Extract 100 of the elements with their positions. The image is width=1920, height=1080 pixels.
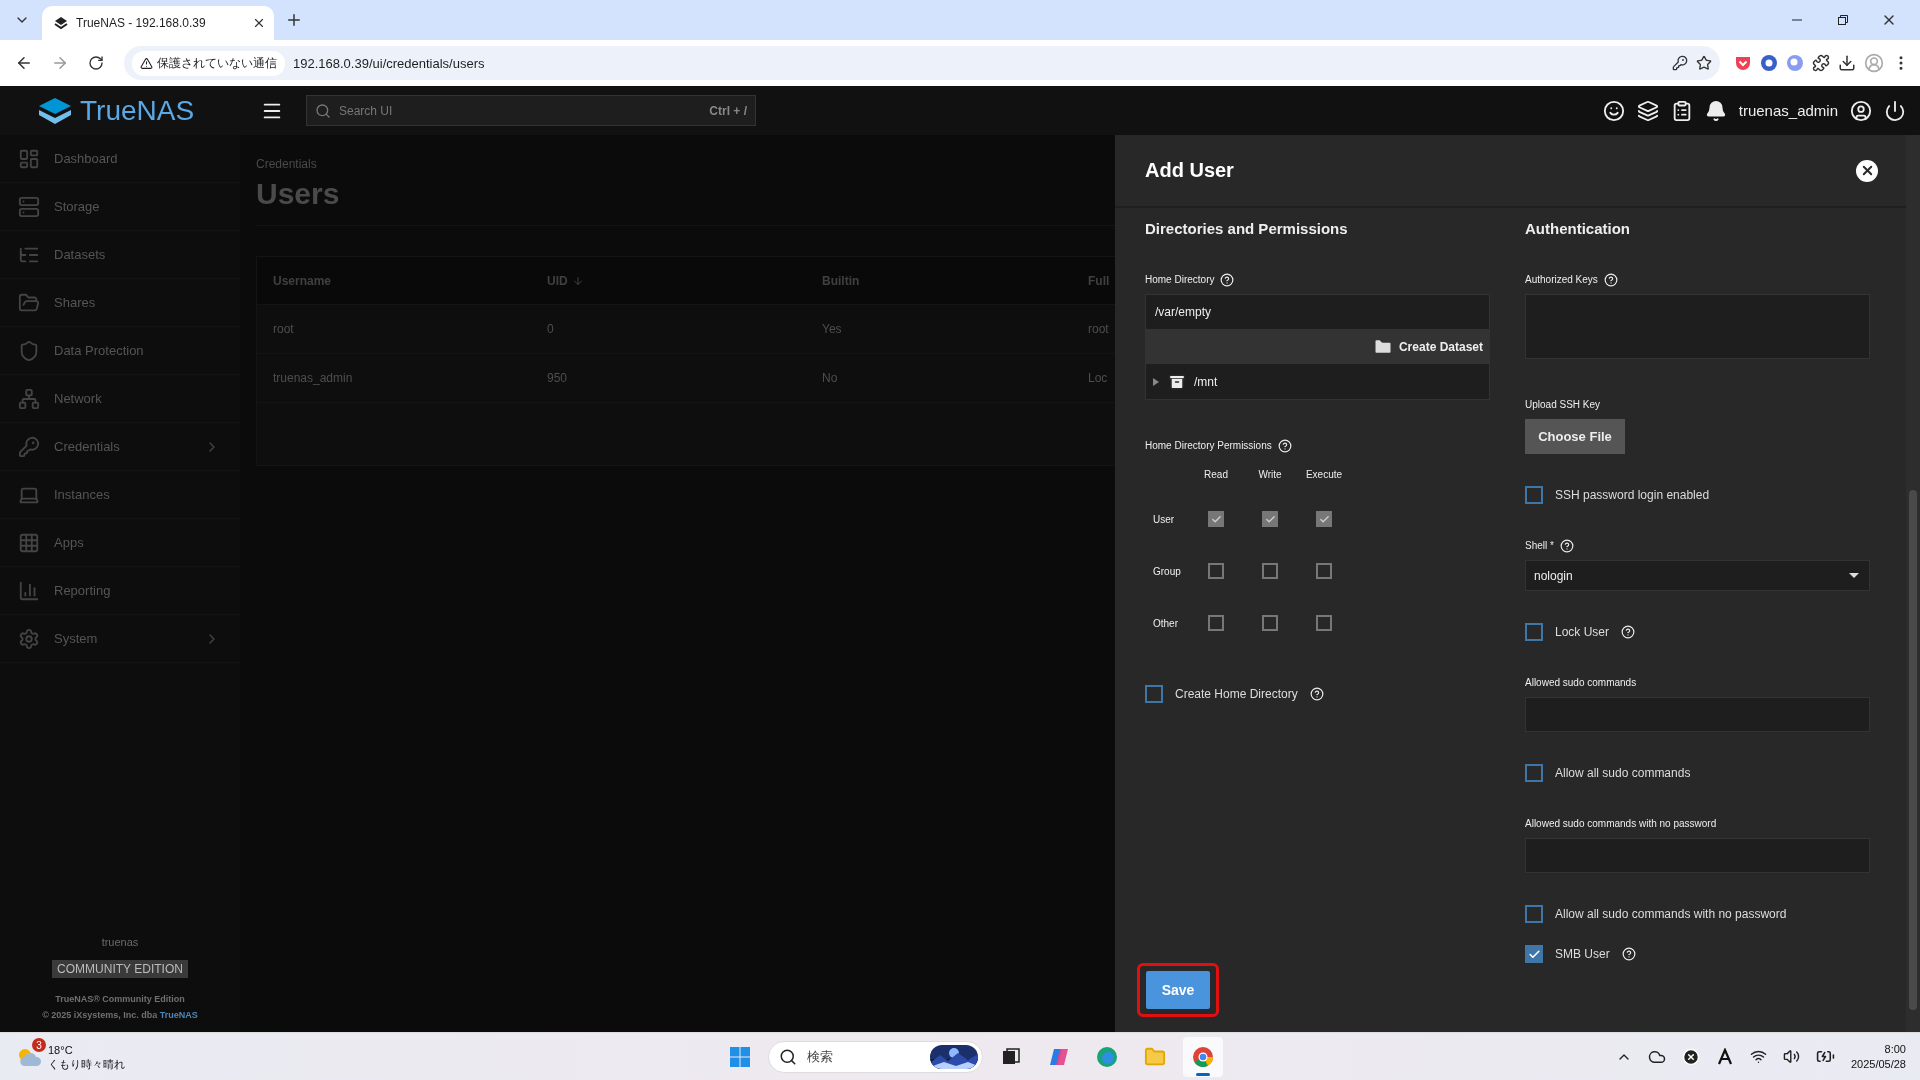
panel-title: Add User bbox=[1145, 159, 1234, 182]
checkbox-label: Allow all sudo commands with no password bbox=[1555, 907, 1787, 921]
username[interactable]: truenas_admin bbox=[1738, 102, 1838, 119]
create-dataset-button[interactable]: Create Dataset bbox=[1372, 336, 1483, 357]
extensions-icon[interactable] bbox=[1812, 54, 1830, 72]
checkbox[interactable] bbox=[1525, 945, 1543, 963]
sidebar-item[interactable]: Apps bbox=[0, 519, 240, 567]
grid-icon bbox=[18, 531, 40, 554]
field-label: Allowed sudo commands with no password bbox=[1525, 817, 1717, 831]
checkbox[interactable] bbox=[1262, 615, 1278, 631]
edition-badge: COMMUNITY EDITION bbox=[52, 960, 188, 978]
task-view-icon bbox=[1001, 1046, 1021, 1067]
taskbar-search-field[interactable]: 検索 bbox=[768, 1040, 983, 1073]
help-icon[interactable] bbox=[1621, 625, 1636, 639]
breadcrumb[interactable]: Credentials bbox=[256, 157, 1115, 171]
help-icon[interactable] bbox=[1621, 947, 1636, 961]
bell-icon[interactable] bbox=[1704, 99, 1727, 122]
notification-badge: 3 bbox=[32, 1038, 46, 1052]
close-circle-icon[interactable] bbox=[1681, 1047, 1700, 1066]
sidebar-item[interactable]: System bbox=[0, 615, 240, 663]
table-cell: 950 bbox=[547, 371, 568, 385]
table-cell: root bbox=[273, 322, 294, 336]
search-field[interactable]: Search UI Ctrl + / bbox=[306, 95, 756, 126]
browser-tab[interactable]: TrueNAS - 192.168.0.39 bbox=[42, 6, 274, 40]
checkbox[interactable] bbox=[1525, 486, 1543, 504]
close-icon[interactable] bbox=[252, 16, 266, 30]
truenas-link[interactable]: TrueNAS bbox=[159, 1010, 198, 1020]
download-icon[interactable] bbox=[1838, 54, 1856, 72]
checkbox[interactable] bbox=[1525, 623, 1543, 641]
bar-chart-icon bbox=[18, 579, 40, 602]
checkbox-label: Create Home Directory bbox=[1175, 687, 1298, 701]
layers-icon[interactable] bbox=[1636, 99, 1659, 122]
checkbox[interactable] bbox=[1262, 511, 1278, 527]
truenas-logo-icon bbox=[54, 16, 68, 30]
column-header: Write bbox=[1257, 469, 1283, 482]
restore-icon[interactable] bbox=[1838, 15, 1848, 25]
checkbox[interactable] bbox=[1208, 511, 1224, 527]
security-chip[interactable]: 保護されていない通信 bbox=[132, 50, 285, 76]
table-cell: Loc bbox=[1088, 371, 1108, 385]
wifi-icon[interactable] bbox=[1749, 1048, 1767, 1065]
scrollbar[interactable] bbox=[1906, 135, 1920, 1032]
sidebar-item[interactable]: Datasets bbox=[0, 231, 240, 279]
checkbox[interactable] bbox=[1525, 764, 1543, 782]
checkbox[interactable] bbox=[1145, 685, 1163, 703]
plus-icon bbox=[285, 11, 303, 29]
close-button[interactable] bbox=[1856, 159, 1878, 182]
checkbox[interactable] bbox=[1208, 615, 1224, 631]
tree-node[interactable]: /mnt bbox=[1146, 364, 1489, 399]
collapsed-arrow-icon[interactable] bbox=[1152, 377, 1160, 386]
save-button[interactable]: Save bbox=[1146, 971, 1210, 1009]
extension-icon[interactable] bbox=[1760, 54, 1778, 72]
sidebar-item[interactable]: Network bbox=[0, 375, 240, 423]
field-label: Upload SSH Key bbox=[1525, 398, 1601, 412]
help-icon[interactable] bbox=[1309, 687, 1324, 701]
checkbox[interactable] bbox=[1316, 563, 1332, 579]
choose-file-button[interactable]: Choose File bbox=[1525, 419, 1625, 454]
extension-icon[interactable] bbox=[1786, 54, 1804, 72]
search-input[interactable]: 検索 bbox=[805, 1048, 922, 1065]
sidebar-item[interactable]: Storage bbox=[0, 183, 240, 231]
column-header: Execute bbox=[1304, 469, 1344, 482]
column-header: Read bbox=[1203, 469, 1229, 482]
check-icon bbox=[1318, 513, 1330, 525]
weather-condition: くもり時々晴れ bbox=[48, 1056, 125, 1071]
text-input[interactable]: /var/empty bbox=[1155, 302, 1480, 322]
sidebar-item[interactable]: Credentials bbox=[0, 423, 240, 471]
checkbox[interactable] bbox=[1525, 905, 1543, 923]
sidebar-item[interactable]: Reporting bbox=[0, 567, 240, 615]
clock[interactable]: 8:00 2025/05/28 bbox=[1850, 1041, 1906, 1072]
help-icon[interactable] bbox=[1220, 273, 1235, 287]
shell-select[interactable]: nologin bbox=[1525, 560, 1870, 591]
pocket-icon[interactable] bbox=[1734, 54, 1752, 72]
field-label: Shell * bbox=[1525, 539, 1554, 553]
sidebar-item[interactable]: Shares bbox=[0, 279, 240, 327]
checkbox[interactable] bbox=[1262, 563, 1278, 579]
field-label: Authorized Keys bbox=[1525, 273, 1598, 287]
edge-icon bbox=[1096, 1045, 1118, 1068]
smiley-icon[interactable] bbox=[1602, 99, 1625, 122]
windows-start-icon[interactable] bbox=[729, 1045, 751, 1068]
section-heading: Authentication bbox=[1525, 219, 1631, 239]
checkbox[interactable] bbox=[1208, 563, 1224, 579]
help-icon[interactable] bbox=[1559, 539, 1574, 553]
logo-text: TrueNAS bbox=[80, 94, 195, 127]
help-icon[interactable] bbox=[1277, 439, 1292, 453]
sidebar-item[interactable]: Instances bbox=[0, 471, 240, 519]
checkbox[interactable] bbox=[1316, 511, 1332, 527]
sidebar-item[interactable]: Data Protection bbox=[0, 327, 240, 375]
checkbox[interactable] bbox=[1316, 615, 1332, 631]
key-icon[interactable] bbox=[1672, 55, 1688, 71]
bookmark-icon[interactable] bbox=[1696, 55, 1712, 71]
account-icon[interactable] bbox=[1850, 99, 1872, 122]
volume-icon[interactable] bbox=[1782, 1048, 1800, 1065]
power-icon[interactable] bbox=[1884, 99, 1906, 122]
help-icon[interactable] bbox=[1603, 273, 1618, 287]
search-input[interactable]: Search UI bbox=[337, 102, 704, 119]
row-label: Group bbox=[1153, 564, 1182, 579]
font-icon[interactable] bbox=[1715, 1047, 1734, 1066]
url-text[interactable]: 192.168.0.39/ui/credentials/users bbox=[293, 55, 1664, 71]
archive-icon bbox=[1168, 372, 1186, 391]
server-icon bbox=[18, 195, 40, 218]
sidebar-item[interactable]: Dashboard bbox=[0, 135, 240, 183]
